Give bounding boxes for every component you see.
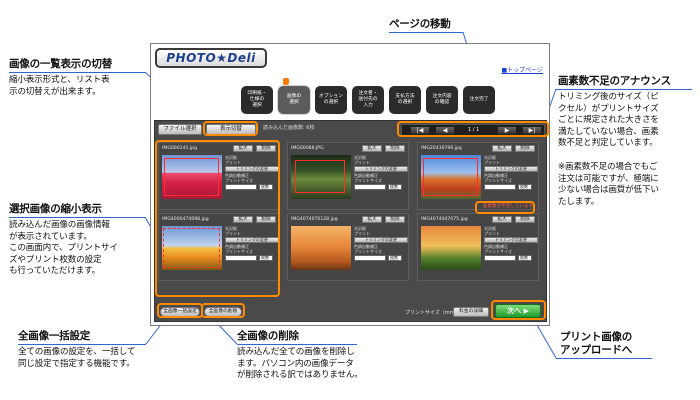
image-options: 光沢紙 プリント トリミングの変更 色調自動補正 プリントサイズ 枚数 <box>484 226 538 261</box>
quantity-select[interactable]: 枚数 <box>518 255 532 261</box>
zoom-button[interactable]: 拡大 <box>362 216 382 223</box>
annotation-line <box>9 72 145 73</box>
zoom-button[interactable]: 拡大 <box>492 216 512 223</box>
print-label: プリント <box>354 231 370 236</box>
print-size-select[interactable] <box>484 184 516 190</box>
annotation-line <box>556 358 652 359</box>
print-label: プリント <box>484 160 500 165</box>
price-detail-button[interactable]: 料金の詳細 <box>453 307 489 317</box>
step-confirm: 注文内容 の確認 <box>426 86 458 114</box>
quantity-select[interactable]: 枚数 <box>388 255 402 261</box>
delete-button[interactable]: 削除 <box>385 216 405 223</box>
order-steps: 印刷紙・ 仕様の 選択 画像の 選択 オプション の選択 注文者・ 送付先の 入… <box>241 85 495 115</box>
photo-deli-logo: PHOTO★Deli <box>155 48 267 68</box>
step-complete: 注文完了 <box>463 86 495 114</box>
delete-button[interactable]: 削除 <box>385 145 405 152</box>
step-paper: 印刷紙・ 仕様の 選択 <box>241 86 273 114</box>
delete-button[interactable]: 削除 <box>515 216 535 223</box>
trim-frame <box>423 158 478 196</box>
print-size-label: プリントサイズ <box>354 249 382 254</box>
trim-change-button[interactable]: トリミングの変更 <box>484 166 538 172</box>
print-size-select[interactable] <box>354 184 386 190</box>
quantity-select[interactable]: 枚数 <box>518 184 532 190</box>
annotation-pixel-warning-note: ※画素数不足の場合でもご 注文は可能ですが、極端に 少ない場合は画質が低下い た… <box>558 162 659 207</box>
print-size-label: プリントサイズ <box>484 249 512 254</box>
trim-change-button[interactable]: トリミングの変更 <box>484 237 538 243</box>
image-filename: IMG4074047075.jpg <box>421 217 468 222</box>
print-size-total-label: プリントサイズ（mm） <box>405 310 460 316</box>
image-thumbnail[interactable] <box>421 155 481 199</box>
trim-frame <box>295 160 345 193</box>
print-size-select[interactable] <box>354 255 386 261</box>
image-filename: IMG4074070128.jpg <box>291 217 338 222</box>
image-thumbnail[interactable] <box>291 226 351 270</box>
step-address: 注文者・ 送付先の 入力 <box>352 86 384 114</box>
annotation-pixel-warning-title: 画素数不足のアナウンス <box>558 75 671 87</box>
highlight-pager <box>397 121 549 137</box>
print-size-label: プリントサイズ <box>354 178 382 183</box>
annotation-line <box>237 344 357 345</box>
highlight-view-toggle <box>203 121 258 136</box>
annotation-list-toggle-title: 画像の一覧表示の切替 <box>9 58 112 70</box>
step-options: オプション の選択 <box>315 86 347 114</box>
image-card: IMG4074070128.jpg 拡大 削除 光沢紙 プリント トリミングの変… <box>287 213 409 281</box>
trim-change-button[interactable]: トリミングの変更 <box>354 237 408 243</box>
annotation-thumbnail-title: 選択画像の縮小表示 <box>9 203 102 215</box>
top-page-link[interactable]: ■トップページ <box>501 65 543 74</box>
annotation-page-move-title: ページの移動 <box>389 18 451 30</box>
annotation-line <box>389 32 463 33</box>
zoom-button[interactable]: 拡大 <box>492 145 512 152</box>
annotation-delete-all-body: 読み込んだ全ての画像を削除し ます。パソコン内の画像データ が削除される訳ではあ… <box>237 347 363 380</box>
image-options: 光沢紙 プリント トリミングの変更 色調自動補正 プリントサイズ 枚数 <box>354 155 408 190</box>
step-image-select: 画像の 選択 <box>277 85 311 115</box>
annotation-bulk-title: 全画像一括設定 <box>18 330 91 342</box>
image-options: 光沢紙 プリント トリミングの変更 色調自動補正 プリントサイズ 枚数 <box>354 226 408 261</box>
annotation-delete-all-title: 全画像の削除 <box>237 330 299 342</box>
annotation-bulk-body: 全ての画像の設定を、一括して 同じ設定で指定する機能です。 <box>18 347 136 369</box>
print-label: プリント <box>354 160 370 165</box>
print-label: プリント <box>484 231 500 236</box>
annotation-line <box>18 344 146 345</box>
image-filename: IMG00088.JPG <box>291 146 324 151</box>
step-payment: 支払方法 の選択 <box>389 86 421 114</box>
image-card: IMG4074047075.jpg 拡大 削除 光沢紙 プリント トリミングの変… <box>417 213 539 281</box>
delete-button[interactable]: 削除 <box>515 145 535 152</box>
print-size-label: プリントサイズ <box>484 178 512 183</box>
image-options: 光沢紙 プリント トリミングの変更 色調自動補正 プリントサイズ 枚数 <box>484 155 538 190</box>
app-window: PHOTO★Deli ■トップページ 印刷紙・ 仕様の 選択 画像の 選択 オプ… <box>150 43 550 326</box>
highlight-next-button <box>491 300 546 320</box>
trim-change-button[interactable]: トリミングの変更 <box>354 166 408 172</box>
annotation-pixel-warning-body: トリミング後のサイズ（ピ クセル）がプリントサイズ ごとに規定された大きさを 満… <box>558 92 659 148</box>
image-card: IMG00088.JPG 拡大 削除 光沢紙 プリント トリミングの変更 色調自… <box>287 142 409 210</box>
print-size-select[interactable] <box>484 255 516 261</box>
highlight-bulk-button <box>157 303 203 318</box>
annotation-thumbnail-body: 読み込んだ画像の画像情報 が表示されています。 この画面内で、プリントサイ ズや… <box>9 220 118 276</box>
annotation-upload-title: プリント画像の アップロードへ <box>560 331 633 356</box>
quantity-select[interactable]: 枚数 <box>388 184 402 190</box>
annotation-line <box>556 89 692 90</box>
highlight-delete-all-button <box>201 303 245 318</box>
image-thumbnail[interactable] <box>421 226 481 270</box>
highlight-card-grid <box>155 140 280 297</box>
image-card: IMG20430796.jpg 拡大 削除 光沢紙 プリント トリミングの変更 … <box>417 142 539 210</box>
file-select-button[interactable]: ファイル選択 <box>158 124 202 135</box>
annotation-list-toggle-body: 縮小表示形式と、リスト表 示の切替えが出来ます。 <box>9 75 110 97</box>
loaded-image-count: 読み込んだ画像数: 6枚 <box>263 125 315 131</box>
zoom-button[interactable]: 拡大 <box>362 145 382 152</box>
image-thumbnail[interactable] <box>291 155 351 199</box>
image-filename: IMG20430796.jpg <box>421 146 462 151</box>
progress-indicator <box>283 78 289 85</box>
highlight-pixel-warning <box>475 201 535 214</box>
annotation-line <box>9 217 145 218</box>
